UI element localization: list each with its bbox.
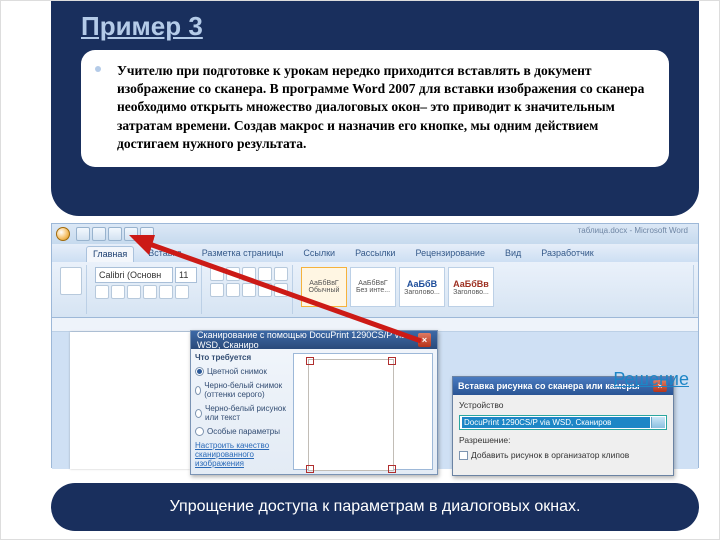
style-no-spacing[interactable]: АаБбВвГБез инте...	[350, 267, 396, 307]
style-normal[interactable]: АаБбВвГОбычный	[301, 267, 347, 307]
opt-color[interactable]: Цветной снимок	[195, 367, 289, 376]
tab-insert[interactable]: Вставка	[142, 246, 187, 262]
ribbon-tabs: Главная Вставка Разметка страницы Ссылки…	[52, 244, 698, 262]
align-left-button[interactable]	[210, 283, 224, 297]
font-group: Calibri (Основн 11	[91, 265, 202, 314]
scan-dialog-title: Сканирование с помощью DocuPrint 1290CS/…	[197, 330, 418, 350]
device-dropdown[interactable]: DocuPrint 1290CS/P via WSD, Сканиров	[459, 415, 667, 430]
paragraph-group	[206, 265, 293, 314]
body-text: Учителю при подготовке к урокам нередко …	[97, 62, 653, 153]
font-name-input[interactable]: Calibri (Основн	[95, 267, 173, 283]
underline-button[interactable]	[127, 285, 141, 299]
indent-dec-button[interactable]	[258, 267, 272, 281]
sub-button[interactable]	[159, 285, 173, 299]
multi-level-button[interactable]	[242, 267, 256, 281]
word-titlebar: таблица.docx - Microsoft Word	[52, 224, 698, 244]
font-size-input[interactable]: 11	[175, 267, 197, 283]
quick-access-toolbar	[76, 227, 154, 241]
solution-link[interactable]: Решение	[613, 369, 689, 390]
add-to-organizer[interactable]: Добавить рисунок в организатор клипов	[459, 450, 667, 460]
top-panel: Пример 3 Учителю при подготовке к урокам…	[51, 1, 699, 216]
scan-dialog: Сканирование с помощью DocuPrint 1290CS/…	[190, 330, 438, 475]
page-edge	[70, 332, 190, 469]
indent-inc-button[interactable]	[274, 267, 288, 281]
strike-button[interactable]	[143, 285, 157, 299]
qat-undo-button[interactable]	[92, 227, 106, 241]
opt-bw[interactable]: Черно-белый рисунок или текст	[195, 404, 289, 422]
bold-button[interactable]	[95, 285, 109, 299]
scan-left-head: Что требуется	[195, 353, 289, 362]
bullets-button[interactable]	[210, 267, 224, 281]
sup-button[interactable]	[175, 285, 189, 299]
clipboard-group	[56, 265, 87, 314]
scan-preview	[293, 353, 433, 470]
word-window: таблица.docx - Microsoft Word Главная Вс…	[51, 223, 699, 468]
style-heading1[interactable]: АаБбВЗаголово...	[399, 267, 445, 307]
device-label: Устройство	[459, 400, 667, 410]
slide-title: Пример 3	[81, 11, 669, 42]
document-title: таблица.docx - Microsoft Word	[578, 226, 688, 235]
tab-references[interactable]: Ссылки	[297, 246, 341, 262]
qat-custom-button[interactable]	[140, 227, 154, 241]
tab-developer[interactable]: Разработчик	[535, 246, 599, 262]
opt-gray[interactable]: Черно-белый снимок (оттенки серого)	[195, 381, 289, 399]
qat-redo-button[interactable]	[108, 227, 122, 241]
insert-picture-dialog: Вставка рисунка со сканера или камеры × …	[452, 376, 674, 476]
footer-text: Упрощение доступа к параметрам в диалого…	[170, 498, 581, 516]
tab-layout[interactable]: Разметка страницы	[196, 246, 290, 262]
office-button[interactable]	[56, 227, 70, 241]
document-area: Сканирование с помощью DocuPrint 1290CS/…	[52, 332, 698, 469]
tab-mailings[interactable]: Рассылки	[349, 246, 401, 262]
tab-home[interactable]: Главная	[86, 246, 134, 262]
qat-macro-button[interactable]	[124, 227, 138, 241]
justify-button[interactable]	[258, 283, 272, 297]
crop-handle-br[interactable]	[388, 465, 396, 473]
body-wrap: Учителю при подготовке к урокам нередко …	[81, 50, 669, 167]
preview-page	[308, 359, 394, 471]
footer-bar: Упрощение доступа к параметрам в диалого…	[51, 483, 699, 531]
close-button[interactable]: ×	[418, 333, 431, 347]
styles-group: АаБбВвГОбычный АаБбВвГБез инте... АаБбВЗ…	[297, 265, 694, 314]
crop-handle-tr[interactable]	[388, 357, 396, 365]
tab-view[interactable]: Вид	[499, 246, 527, 262]
numbering-button[interactable]	[226, 267, 240, 281]
scan-options: Что требуется Цветной снимок Черно-белый…	[195, 353, 289, 470]
style-heading2[interactable]: АаБбВвЗаголово...	[448, 267, 494, 307]
align-center-button[interactable]	[226, 283, 240, 297]
italic-button[interactable]	[111, 285, 125, 299]
scan-dialog-titlebar: Сканирование с помощью DocuPrint 1290CS/…	[191, 331, 437, 349]
ribbon: Calibri (Основн 11	[52, 262, 698, 318]
crop-handle-tl[interactable]	[306, 357, 314, 365]
opt-custom[interactable]: Особые параметры	[195, 427, 289, 436]
resolution-label: Разрешение:	[459, 435, 667, 445]
align-right-button[interactable]	[242, 283, 256, 297]
qat-save-button[interactable]	[76, 227, 90, 241]
paste-button[interactable]	[60, 267, 82, 295]
line-spacing-button[interactable]	[274, 283, 288, 297]
tab-review[interactable]: Рецензирование	[409, 246, 491, 262]
adjust-link[interactable]: Настроить качество сканированного изобра…	[195, 441, 289, 468]
crop-handle-bl[interactable]	[306, 465, 314, 473]
